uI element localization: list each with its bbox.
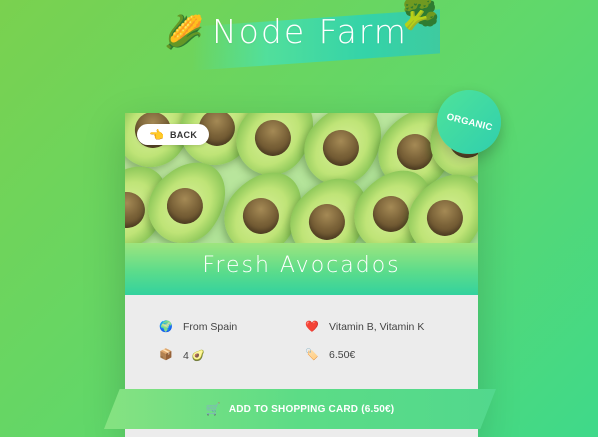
detail-price: 🏷️ 6.50€ [305, 349, 355, 361]
back-button-label: BACK [169, 129, 198, 140]
detail-quantity: 📦 4 🥑 [159, 349, 205, 363]
shopping-cart-icon: 🛒 [205, 402, 221, 416]
site-title: Node Farm [212, 12, 408, 51]
organic-badge: ORGANIC [437, 90, 501, 154]
globe-icon: 🌍 [159, 320, 173, 333]
product-image: 👈 BACK [125, 113, 478, 243]
detail-price-text: 6.50€ [329, 349, 356, 361]
heart-icon: ❤️ [305, 320, 319, 333]
broccoli-icon: 🥦 [402, 0, 440, 31]
detail-origin-text: From Spain [183, 321, 238, 333]
detail-origin: 🌍 From Spain [159, 321, 237, 333]
product-name: Fresh Avocados [202, 253, 401, 278]
detail-quantity-text: 4 🥑 [183, 350, 205, 362]
price-tag-icon: 🏷️ [305, 348, 319, 361]
site-header: 🌽 Node Farm 🥦 [0, 0, 598, 80]
organic-badge-label: ORGANIC [444, 110, 494, 134]
detail-nutrients: ❤️ Vitamin B, Vitamin K [305, 321, 424, 333]
corn-icon: 🌽 [164, 14, 204, 50]
add-to-cart-button[interactable]: 🛒 ADD TO SHOPPING CARD (6.50€) [104, 389, 496, 429]
package-icon: 📦 [159, 349, 173, 361]
add-to-cart-content: 🛒 ADD TO SHOPPING CARD (6.50€) [104, 389, 496, 429]
detail-nutrients-text: Vitamin B, Vitamin K [329, 321, 425, 333]
pointing-hand-icon: 👈 [149, 127, 164, 142]
back-button[interactable]: 👈 BACK [137, 124, 210, 145]
add-to-cart-label: ADD TO SHOPPING CARD (6.50€) [228, 403, 395, 415]
